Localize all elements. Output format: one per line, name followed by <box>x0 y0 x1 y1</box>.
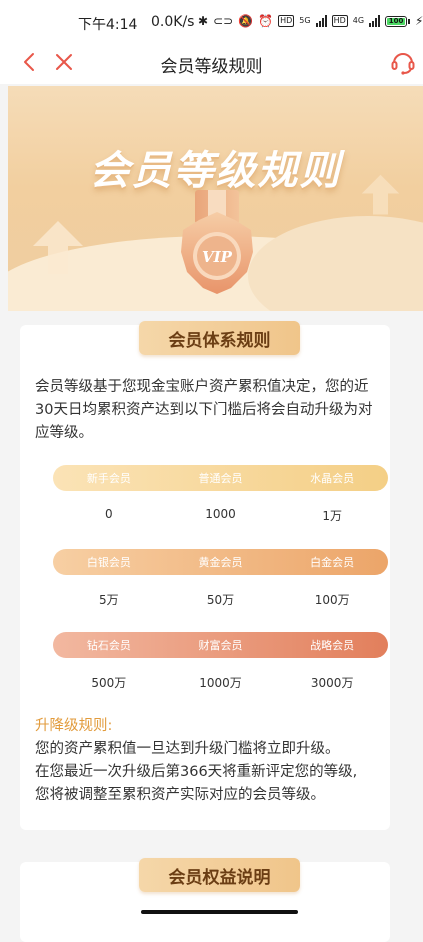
level-threshold: 0 <box>105 507 113 521</box>
level-label: 新手会员 <box>86 472 131 485</box>
level-threshold: 100万 <box>314 593 350 607</box>
signal-icon <box>315 15 327 27</box>
section-tag: 会员体系规则 <box>139 321 300 355</box>
intro-text: 会员等级基于您现金宝账户资产累积值决定，您的近30天日均累积资产达到以下门槛后将… <box>35 379 373 441</box>
level-label: 战略会员 <box>310 639 355 652</box>
medal-label: VIP <box>202 248 233 266</box>
rule-line: 您将被调整至累积资产实际对应的会员等级。 <box>35 787 325 803</box>
headset-icon[interactable] <box>389 48 417 76</box>
banner: 会员等级规则 VIP <box>8 86 423 311</box>
level-label: 白金会员 <box>310 556 355 569</box>
section-tag: 会员权益说明 <box>139 858 300 892</box>
alarm-icon: ⏰ <box>258 14 274 28</box>
network-type: 4G <box>352 16 365 25</box>
level-row: 白银会员 黄金会员 白金会员 <box>53 549 388 575</box>
level-label: 普通会员 <box>198 472 243 485</box>
threshold-row: 5万 50万 100万 <box>53 591 388 608</box>
level-threshold: 500万 <box>91 676 127 690</box>
level-label: 水晶会员 <box>310 472 355 485</box>
level-label: 黄金会员 <box>198 556 243 569</box>
network-speed: 0.0K/s <box>151 14 195 30</box>
status-bar: 下午4:14 0.0K/s ✱ ⊂⊃ 🔕 ⏰ HD 5G HD 4G 100 ⚡ <box>0 0 423 40</box>
link-icon: ⊂⊃ <box>213 14 234 28</box>
rule-title: 升降级规则: <box>35 718 113 734</box>
vip-medal-icon: VIP <box>181 190 253 294</box>
hd-badge: HD <box>278 15 295 27</box>
level-threshold: 1000万 <box>199 676 242 690</box>
threshold-row: 0 1000 1万 <box>53 507 388 524</box>
signal-icon <box>369 15 381 27</box>
rule-line: 您的资产累积值一旦达到升级门槛将立即升级。 <box>35 741 340 757</box>
banner-title: 会员等级规则 <box>89 148 342 194</box>
mute-icon: 🔕 <box>238 14 254 28</box>
level-row: 钻石会员 财富会员 战略会员 <box>53 632 388 658</box>
level-row: 新手会员 普通会员 水晶会员 <box>53 465 388 491</box>
level-threshold: 3000万 <box>310 676 354 690</box>
threshold-row: 500万 1000万 3000万 <box>53 674 388 691</box>
level-threshold: 1万 <box>322 509 342 523</box>
home-indicator[interactable] <box>141 910 298 914</box>
hd-badge: HD <box>331 15 348 27</box>
nav-bar: 会员等级规则 <box>0 40 423 84</box>
status-time: 下午4:14 <box>78 17 138 33</box>
status-icons: ✱ ⊂⊃ 🔕 ⏰ HD 5G HD 4G 100 ⚡ <box>198 13 423 29</box>
bluetooth-icon: ✱ <box>198 14 209 28</box>
page-title: 会员等级规则 <box>160 57 263 77</box>
level-label: 钻石会员 <box>86 639 131 652</box>
level-threshold: 1000 <box>205 507 236 521</box>
rule-text: 您的资产累积值一旦达到升级门槛将立即升级。 在您最近一次升级后第366天将重新评… <box>35 738 395 807</box>
battery-level: 100 <box>387 17 406 25</box>
level-threshold: 5万 <box>99 593 119 607</box>
battery-icon: 100 <box>385 15 411 27</box>
network-type: 5G <box>299 16 311 25</box>
arrow-up-decoration-icon <box>33 221 83 274</box>
level-label: 财富会员 <box>198 639 243 652</box>
charging-icon: ⚡ <box>415 14 423 28</box>
level-label: 白银会员 <box>86 556 131 569</box>
level-threshold: 50万 <box>206 593 235 607</box>
rule-line: 在您最近一次升级后第366天将重新评定您的等级, <box>35 764 358 780</box>
